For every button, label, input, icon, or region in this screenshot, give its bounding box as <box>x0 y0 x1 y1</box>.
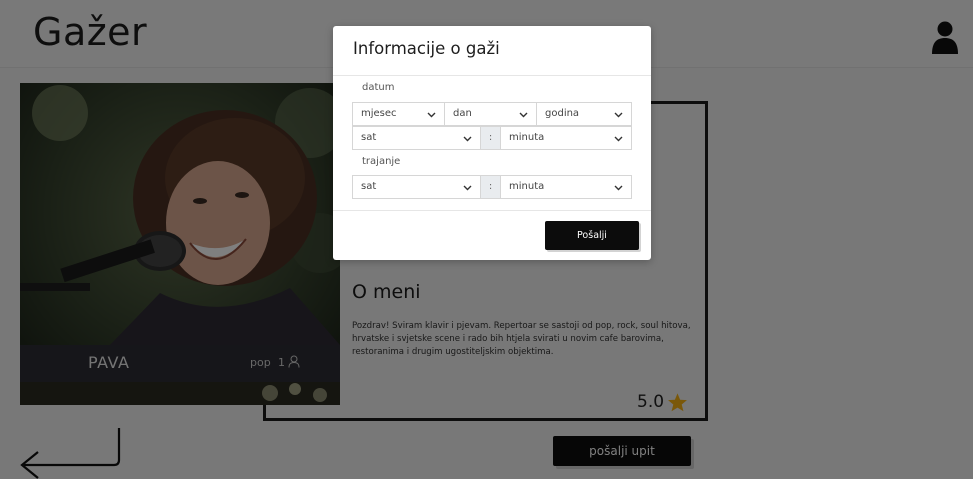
chevron-down-icon <box>614 112 623 118</box>
year-select-value: godina <box>545 108 580 119</box>
day-select[interactable]: dan <box>444 102 537 126</box>
duration-separator: : <box>481 175 500 199</box>
modal-footer: Pošalji <box>333 210 651 260</box>
duration-label: trajanje <box>362 156 401 167</box>
time-minute-select[interactable]: minuta <box>500 126 632 150</box>
chevron-down-icon <box>463 185 472 191</box>
chevron-down-icon <box>614 185 623 191</box>
gig-info-modal: Informacije o gaži datum mjesec dan godi… <box>333 26 651 260</box>
chevron-down-icon <box>427 112 436 118</box>
chevron-down-icon <box>614 136 623 142</box>
day-select-value: dan <box>453 108 472 119</box>
time-hour-select[interactable]: sat <box>352 126 481 150</box>
year-select[interactable]: godina <box>536 102 632 126</box>
duration-hour-select[interactable]: sat <box>352 175 481 199</box>
month-select-value: mjesec <box>361 108 397 119</box>
time-hour-value: sat <box>361 132 377 143</box>
duration-minute-value: minuta <box>509 181 545 192</box>
date-label: datum <box>362 82 395 93</box>
time-minute-value: minuta <box>509 132 545 143</box>
duration-hour-value: sat <box>361 181 377 192</box>
duration-minute-select[interactable]: minuta <box>500 175 632 199</box>
modal-header: Informacije o gaži <box>333 26 651 76</box>
chevron-down-icon <box>519 112 528 118</box>
modal-body: datum mjesec dan godina sat : minuta tra… <box>333 76 651 210</box>
modal-title: Informacije o gaži <box>353 39 500 58</box>
time-separator: : <box>481 126 500 150</box>
month-select[interactable]: mjesec <box>352 102 445 126</box>
chevron-down-icon <box>463 136 472 142</box>
submit-button[interactable]: Pošalji <box>545 221 639 250</box>
